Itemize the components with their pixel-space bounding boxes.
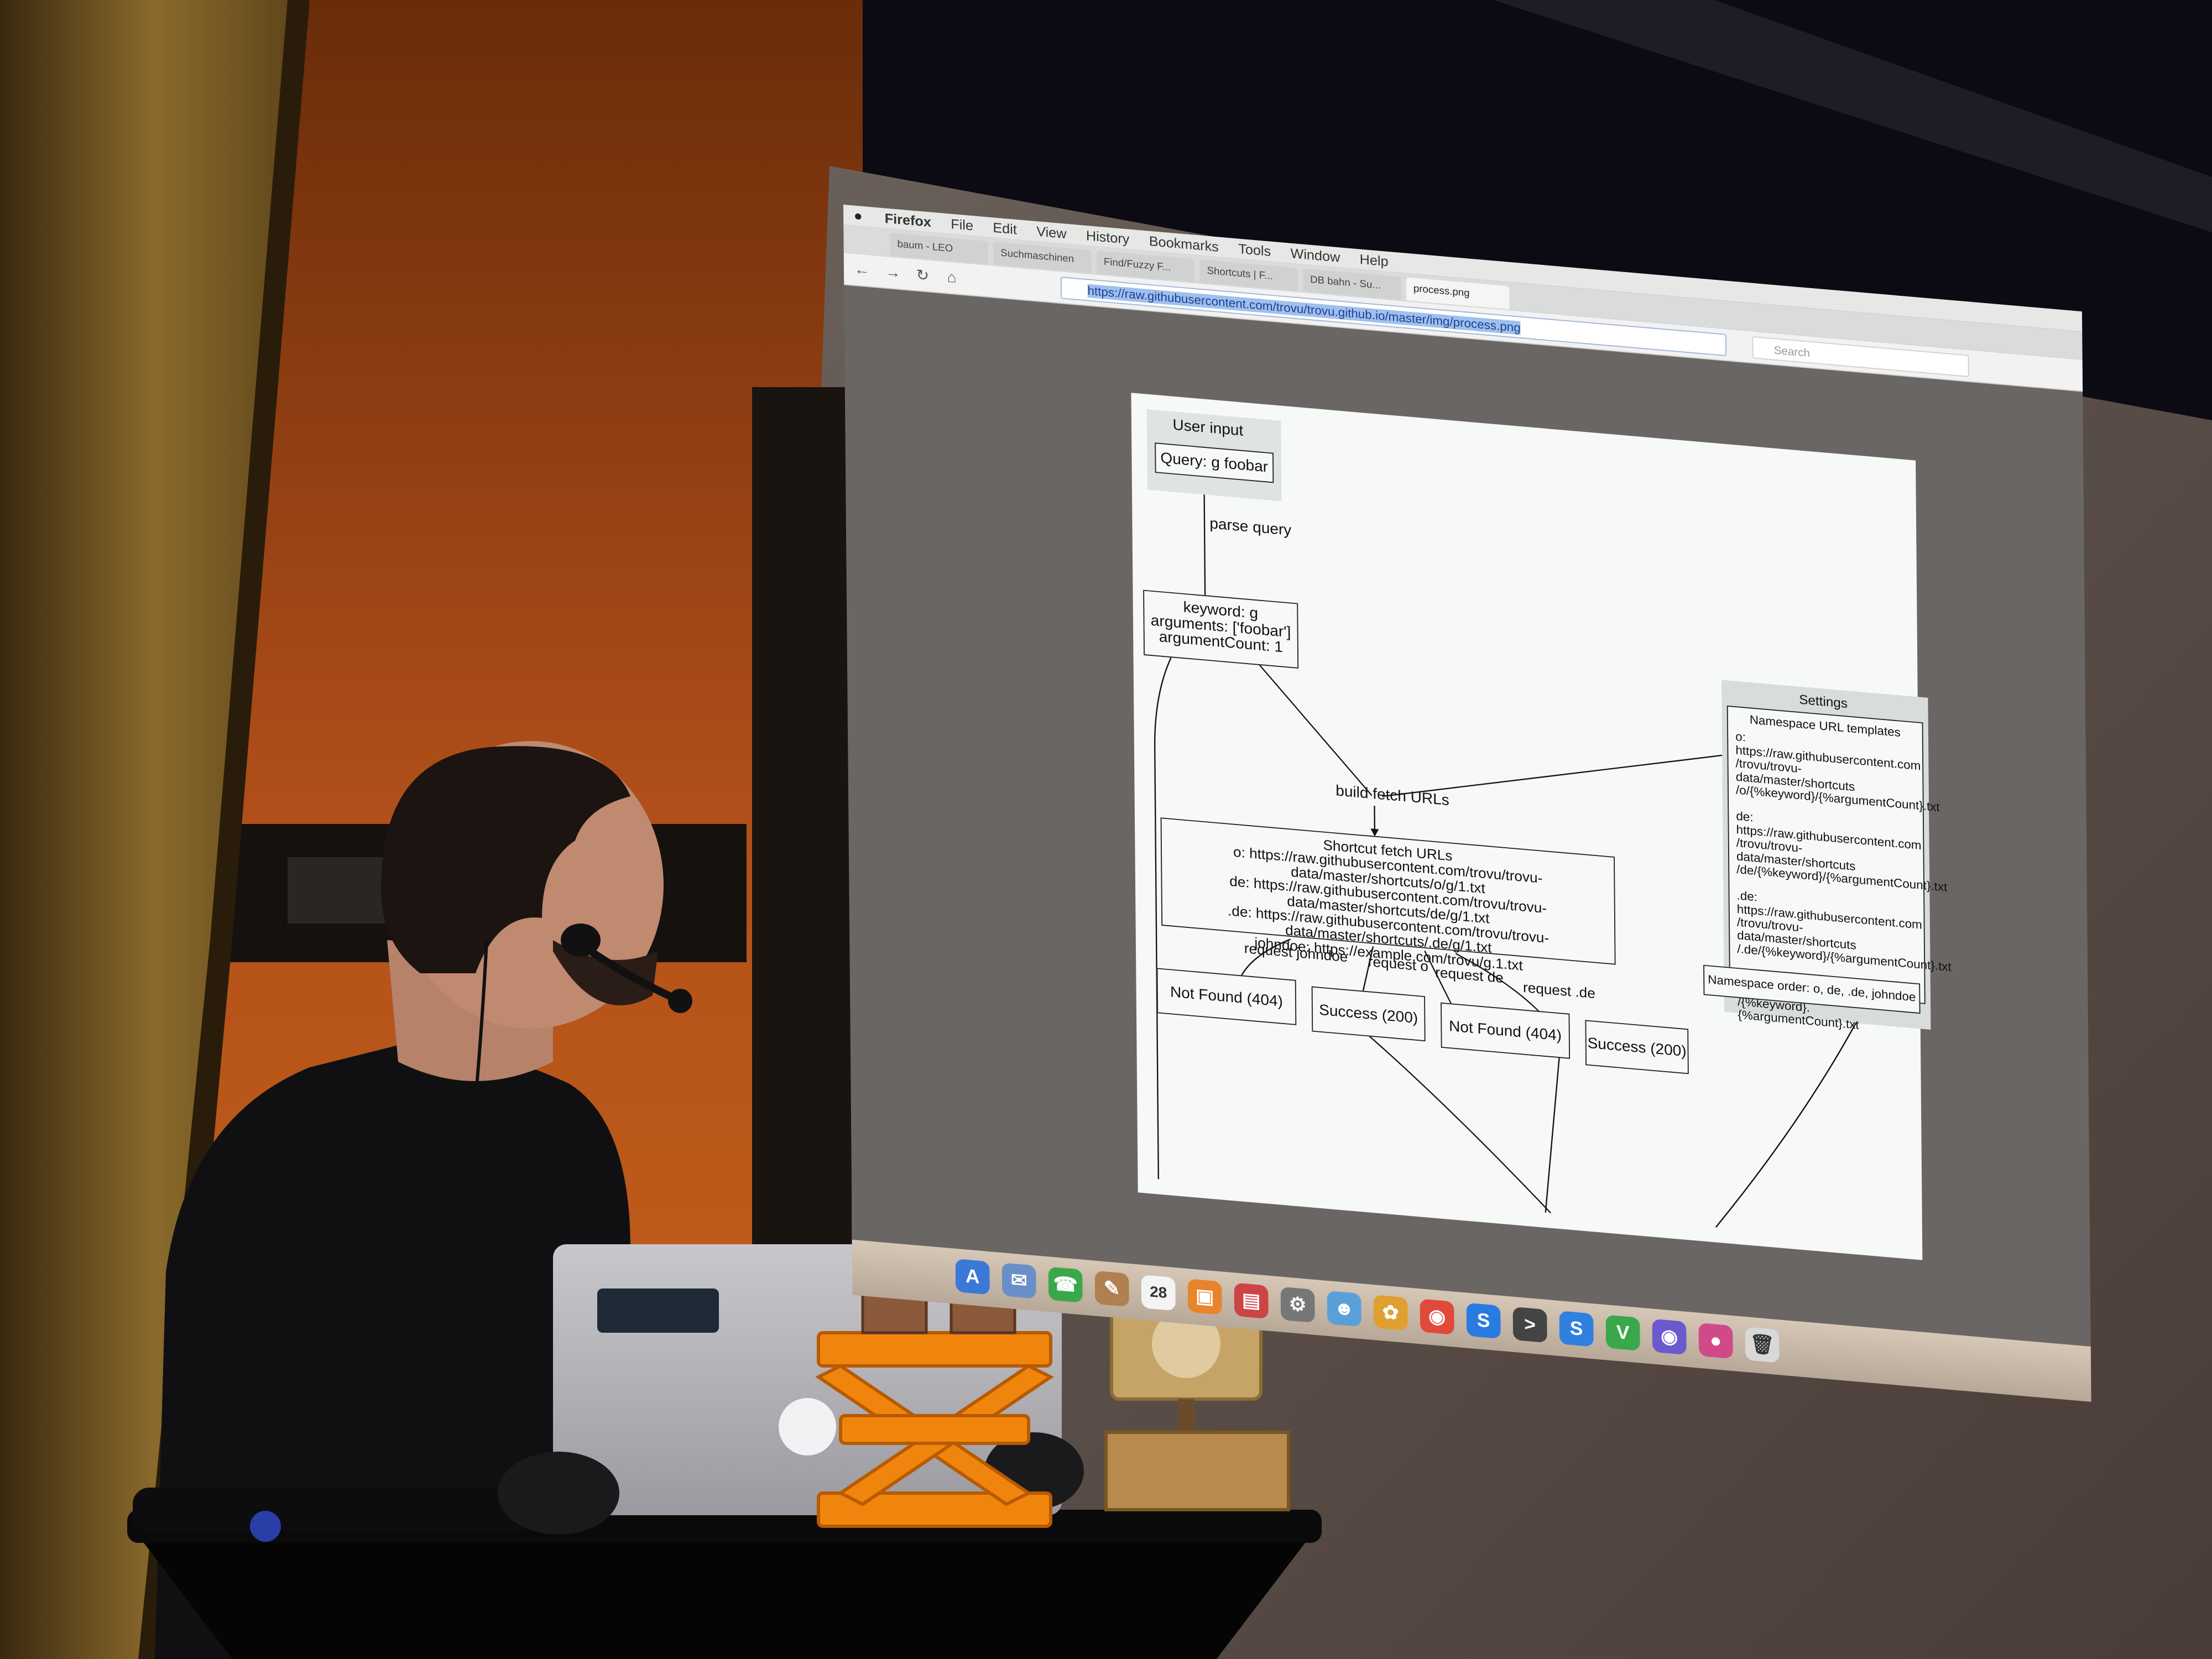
microphone-button [250,1511,281,1542]
calendar-icon[interactable]: 28 [1141,1275,1176,1311]
mail-icon[interactable]: ✉ [1001,1262,1036,1299]
trash-icon[interactable]: 🗑 [1745,1327,1780,1363]
system-preferences-icon[interactable]: ⚙ [1280,1286,1315,1323]
terminal-icon[interactable]: > [1512,1306,1547,1343]
chrome-icon[interactable]: ◉ [1420,1298,1454,1335]
firefox-icon[interactable]: ◉ [1652,1318,1687,1355]
menu-view[interactable]: View [1036,223,1066,242]
back-icon[interactable]: ← [854,261,870,279]
photo-scene: ● Firefox File Edit View History Bookmar… [0,0,2212,1659]
laptop-sticker [597,1288,719,1333]
namespace-templates-node: Namespace URL templates o: https://raw.g… [1726,705,1952,1032]
app-store-icon[interactable]: A [955,1259,990,1295]
edge-settings-build [1382,754,1723,797]
edge-parse [1203,479,1206,598]
books-icon[interactable]: ▣ [1187,1279,1222,1315]
orange-scissor-lift [815,1331,1054,1528]
edge-order [1715,1008,1864,1228]
edge-success-merge [1363,1030,1551,1214]
result-dotde-node: Success (200) [1585,1020,1689,1074]
projected-browser: ● Firefox File Edit View History Bookmar… [843,205,2091,1402]
skype-business-icon[interactable]: S [1559,1311,1594,1347]
vim-icon[interactable]: V [1605,1314,1640,1351]
photo-booth-icon[interactable]: ▤ [1234,1282,1269,1319]
menu-history[interactable]: History [1086,228,1130,247]
menu-file[interactable]: File [951,216,973,234]
edge-success2-merge [1545,1052,1561,1213]
table-body [144,1543,1305,1659]
headset-earpiece [561,924,601,957]
skype-icon[interactable]: S [1466,1302,1501,1339]
facetime-icon[interactable]: ☎ [1048,1266,1083,1303]
photos-icon[interactable]: ✿ [1373,1295,1408,1331]
speaker-cone [288,857,387,924]
forward-icon[interactable]: → [885,263,901,281]
headset-tip [668,989,692,1013]
app-misc-icon[interactable]: ● [1698,1322,1733,1359]
template-o: o: https://raw.githubusercontent.com /tr… [1735,730,1940,815]
microphone-head [498,1452,619,1535]
image-viewer: User input Query: g foobar parse query k… [844,285,2091,1348]
menu-help[interactable]: Help [1360,252,1389,270]
apple-icon: ● [853,207,863,224]
diagram-page: User input Query: g foobar parse query k… [1131,393,1952,1260]
parsed-query-node: keyword: g arguments: ['foobar'] argumen… [1143,589,1299,669]
menu-firefox[interactable]: Firefox [885,211,931,230]
menu-window[interactable]: Window [1290,246,1340,265]
menu-edit[interactable]: Edit [993,220,1017,237]
microphone-body [133,1488,531,1532]
laptop-apple-logo [779,1398,836,1455]
reload-icon[interactable]: ↻ [916,266,930,285]
notes-icon[interactable]: ✎ [1094,1270,1129,1307]
finder-icon[interactable]: ☻ [1327,1291,1361,1327]
template-de: de: https://raw.githubusercontent.com /t… [1736,809,1948,895]
menu-tools[interactable]: Tools [1238,241,1271,259]
template-dotde: .de: https://raw.githubusercontent.com /… [1736,889,1952,974]
dark-pillar [752,387,852,1272]
home-icon[interactable]: ⌂ [947,269,957,286]
